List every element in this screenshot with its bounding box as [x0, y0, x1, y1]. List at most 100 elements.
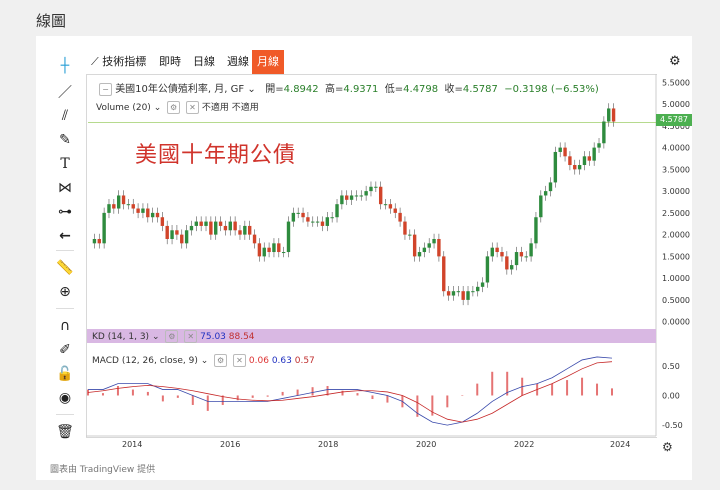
candle-body: [189, 225, 194, 231]
candle-body: [582, 156, 587, 166]
macd-histogram-bar: [161, 395, 164, 402]
candle-body: [257, 243, 262, 257]
candle-body: [476, 286, 480, 292]
candle-body: [485, 256, 490, 283]
candle-body: [388, 204, 393, 209]
candle-body: [170, 230, 174, 239]
macd-tick-label: -0.50: [662, 421, 683, 430]
candle-body: [553, 151, 558, 183]
candle-body: [432, 238, 436, 244]
candle-body: [116, 195, 121, 209]
candle-body: [461, 291, 465, 300]
macd-histogram-bar: [176, 395, 179, 398]
overlay-title: 美國十年期公債: [135, 143, 297, 168]
kd-k-value: 75.03: [200, 332, 226, 342]
macd-histogram-bar: [371, 395, 374, 400]
candle-body: [602, 121, 606, 144]
collapse-chevron-icon[interactable]: ⌄: [247, 84, 255, 95]
macd-histogram-bar: [101, 393, 104, 396]
candle-body: [374, 186, 378, 188]
candle-body: [180, 234, 184, 244]
candle-body: [345, 195, 349, 200]
time-tick-label: 2020: [416, 440, 436, 449]
chevron-down-icon[interactable]: ⌄: [152, 332, 160, 342]
macd-histogram-bar: [446, 395, 449, 408]
candle-body: [286, 221, 291, 253]
candle-body: [272, 243, 276, 253]
macd-line-value: 0.63: [271, 356, 292, 366]
kd-legend: KD (14, 1, 3) ⌄ ⚙ ✕ 75.03 88.54: [92, 330, 255, 343]
macd-histogram-bar: [341, 390, 344, 396]
candle-body: [573, 165, 577, 170]
candle-body: [514, 252, 519, 266]
candle-body: [121, 195, 126, 205]
candle-body: [354, 195, 359, 197]
candle-body: [267, 247, 271, 253]
macd-histogram-bar: [311, 387, 314, 396]
macd-histogram-bar: [266, 395, 269, 397]
candle-body: [291, 212, 296, 222]
candle-body: [146, 208, 150, 218]
candle-body: [175, 230, 179, 235]
candle-body: [500, 252, 504, 257]
macd-histogram-bar: [596, 383, 599, 396]
candle-body: [563, 147, 567, 157]
candle-body: [505, 256, 509, 270]
chevron-down-icon[interactable]: ⌄: [201, 356, 209, 366]
candle-body: [320, 221, 325, 226]
candle-body: [369, 186, 373, 192]
candle-body: [306, 217, 310, 222]
candle-body: [97, 238, 101, 244]
macd-histogram-bar: [236, 395, 239, 401]
time-tick-label: 2022: [514, 440, 534, 449]
chart-svg: 5.50005.00004.50004.00003.50003.00002.50…: [86, 74, 690, 449]
candle-body: [150, 212, 155, 218]
macd-histogram-bar: [206, 395, 209, 411]
remove-indicator-icon[interactable]: ✕: [185, 101, 199, 114]
candle-body: [446, 291, 451, 296]
candle-body: [378, 186, 383, 205]
macd-histogram-bar: [491, 371, 494, 396]
kd-remove-icon[interactable]: ✕: [184, 330, 198, 343]
volume-ma-value: 不適用: [231, 103, 259, 113]
chart-settings-icon[interactable]: ⚙: [662, 440, 673, 454]
candle-body: [383, 204, 388, 206]
candle-body: [611, 108, 616, 122]
candle-body: [107, 204, 111, 213]
candle-body: [315, 221, 320, 223]
candle-body: [509, 265, 514, 270]
candle-body: [199, 221, 203, 226]
macd-signal-value: 0.57: [294, 356, 315, 366]
volume-legend: Volume (20) ⌄ ⚙ ✕ 不適用 不適用: [96, 100, 259, 114]
candle-body: [194, 221, 199, 226]
candle-body: [417, 252, 422, 257]
candle-body: [529, 243, 533, 257]
collapse-icon[interactable]: −: [99, 82, 112, 96]
macd-histogram-bar: [461, 395, 464, 396]
candle-body: [359, 195, 363, 197]
candle-body: [519, 252, 524, 257]
candle-body: [548, 182, 553, 192]
chevron-down-icon[interactable]: ⌄: [154, 103, 162, 113]
price-legend: − 美國10年公債殖利率, 月, GF ⌄ 開=4.8942 高=4.9371 …: [96, 80, 599, 96]
price-tick-label: 2.0000: [662, 231, 690, 240]
price-tick-label: 0.0000: [662, 318, 690, 327]
high-value: 4.9371: [343, 84, 379, 95]
kd-label: KD (14, 1, 3): [92, 332, 150, 342]
macd-settings-icon[interactable]: ⚙: [214, 354, 228, 367]
low-label: 低: [384, 84, 395, 95]
candle-body: [228, 221, 232, 231]
candle-body: [252, 234, 257, 244]
macd-histogram-bar: [131, 389, 134, 396]
indicator-settings-icon[interactable]: ⚙: [167, 101, 181, 114]
candle-body: [490, 247, 494, 257]
macd-histogram-bar: [551, 383, 554, 396]
kd-settings-icon[interactable]: ⚙: [165, 330, 179, 343]
close-label: 收: [444, 84, 455, 95]
time-tick-label: 2014: [122, 440, 142, 449]
candle-body: [301, 212, 305, 218]
candle-body: [480, 282, 485, 287]
candle-body: [364, 191, 368, 196]
macd-remove-icon[interactable]: ✕: [233, 354, 247, 367]
macd-histogram-bar: [281, 391, 284, 396]
